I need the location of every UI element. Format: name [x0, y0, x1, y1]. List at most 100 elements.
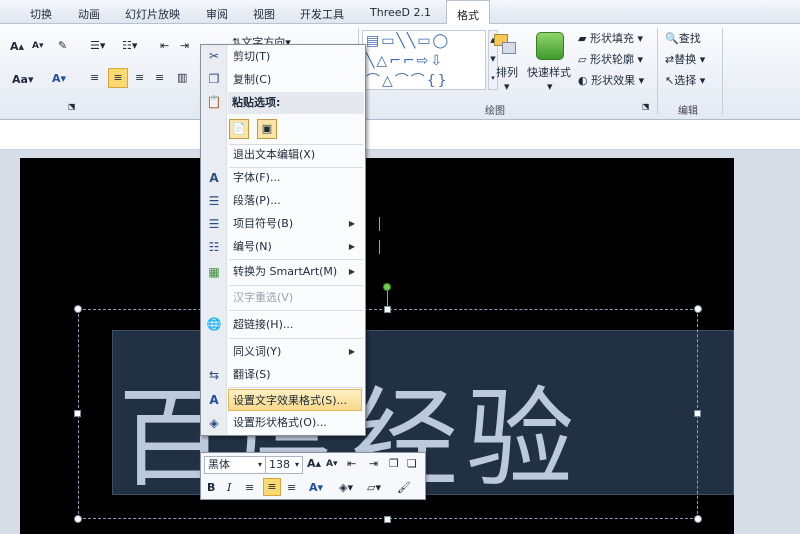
numbering-icon: ☷ — [208, 240, 220, 254]
columns-icon[interactable]: ▥ — [177, 71, 187, 84]
tab-animations[interactable]: 动画 — [78, 6, 100, 22]
decrease-indent-icon[interactable]: ⇤ — [160, 39, 169, 52]
align-left-icon[interactable]: ≡ — [90, 71, 99, 84]
menu-item-reconvert: 汉字重选(V) — [233, 291, 294, 304]
drawing-launcher-icon[interactable]: ⬔ — [642, 102, 650, 111]
hyperlink-icon: 🌐 — [206, 317, 222, 331]
mini-grow-button[interactable]: A▴ — [307, 457, 321, 470]
menu-item-cut[interactable]: 剪切(T) — [229, 46, 363, 68]
rotate-handle[interactable] — [383, 283, 391, 291]
copy-icon: ❐ — [208, 72, 220, 86]
resize-handle[interactable] — [74, 410, 81, 417]
menu-item-shape-format[interactable]: 设置形状格式(O)... — [229, 412, 363, 434]
change-case-button[interactable]: Aa▾ — [12, 73, 33, 86]
quick-styles-icon — [536, 32, 564, 60]
align-center-icon[interactable]: ≡ — [108, 68, 128, 88]
resize-handle[interactable] — [74, 515, 82, 523]
menu-item-smartart[interactable]: 转换为 SmartArt(M) ▶ — [229, 261, 363, 283]
mini-shrink-button[interactable]: A▾ — [326, 459, 338, 469]
resize-handle[interactable] — [384, 306, 391, 313]
group-label-editing: 编辑 — [678, 106, 698, 117]
numbering-button[interactable]: ☷▾ — [122, 39, 137, 52]
mini-align-right-icon[interactable]: ≡ — [287, 481, 296, 494]
font-grow-button[interactable]: A▴ — [10, 40, 24, 53]
align-right-icon[interactable]: ≡ — [135, 71, 144, 84]
shape-fill-button[interactable]: ▰ 形状填充 ▾ — [578, 30, 643, 46]
shape-format-icon: ◈ — [209, 416, 219, 430]
font-color-button[interactable]: A▾ — [52, 72, 66, 85]
mini-decrease-indent-icon[interactable]: ⇤ — [347, 457, 356, 470]
mini-align-left-icon[interactable]: ≡ — [245, 481, 254, 494]
shapes-gallery[interactable]: ▤▭╲╲▭◯ ╲△⌐⌐⇨⇩ ⌒△⌒⌒{} — [362, 30, 486, 90]
increase-indent-icon[interactable]: ⇥ — [180, 39, 189, 52]
arrange-button[interactable]: 排列 ▾ — [496, 64, 518, 93]
smartart-icon: ▦ — [208, 265, 220, 279]
menu-item-paragraph[interactable]: 段落(P)... — [229, 190, 363, 212]
resize-handle[interactable] — [694, 305, 702, 313]
menu-item-translate[interactable]: 翻译(S) — [229, 364, 363, 386]
ribbon-tab-bar: 切换 动画 幻灯片放映 审阅 视图 开发工具 ThreeD 2.1 格式 — [0, 0, 800, 25]
submenu-arrow-icon: ▶ — [348, 347, 355, 356]
resize-handle[interactable] — [74, 305, 82, 313]
mini-font-color-button[interactable]: A▾ — [309, 481, 323, 494]
scissors-icon: ✂ — [208, 49, 220, 63]
submenu-arrow-icon: ▶ — [348, 242, 355, 251]
bullets-button[interactable]: ☰▾ — [90, 39, 105, 52]
mini-fill-icon[interactable]: ◈▾ — [339, 481, 353, 494]
tab-review[interactable]: 审阅 — [206, 6, 228, 22]
menu-item-bullets[interactable]: 项目符号(B) ▶ — [229, 213, 380, 235]
mini-align-center-icon[interactable]: ≡ — [263, 478, 281, 496]
menu-item-synonyms[interactable]: 同义词(Y) ▶ — [229, 341, 363, 363]
mini-toolbar: 黑体 ▾ 138 ▾ A▴ A▾ ⇤ ⇥ ❐ ❏ B I ≡ ≡ ≡ A▾ ◈▾ ▱… — [200, 452, 426, 500]
menu-item-text-effects[interactable]: 设置文字效果格式(S)... — [228, 389, 362, 411]
tab-transitions[interactable]: 切换 — [30, 6, 52, 22]
mini-increase-indent-icon[interactable]: ⇥ — [369, 457, 378, 470]
resize-handle[interactable] — [384, 516, 391, 523]
menu-item-font[interactable]: 字体(F)... — [229, 167, 363, 189]
group-label-drawing: 绘图 — [485, 106, 505, 117]
resize-handle[interactable] — [694, 410, 701, 417]
mini-send-back-icon[interactable]: ❐ — [389, 457, 399, 470]
tab-developer[interactable]: 开发工具 — [300, 6, 344, 22]
submenu-arrow-icon: ▶ — [348, 267, 355, 276]
context-menu: ✂ 剪切(T) ❐ 复制(C) 📋 粘贴选项: 📄 ▣ 退出文本编辑(X) A … — [200, 44, 380, 436]
submenu-arrow-icon: ▶ — [348, 219, 355, 228]
menu-item-hyperlink[interactable]: 超链接(H)... — [229, 314, 363, 336]
mini-bold-button[interactable]: B — [207, 481, 215, 494]
replace-button[interactable]: ⇄替换 ▾ — [665, 51, 705, 67]
mini-font-select[interactable]: 黑体 ▾ — [204, 456, 266, 474]
mini-size-select[interactable]: 138 ▾ — [265, 456, 303, 474]
mini-italic-button[interactable]: I — [227, 481, 231, 494]
shape-outline-button[interactable]: ▱ 形状轮廓 ▾ — [578, 51, 643, 67]
mini-bring-front-icon[interactable]: ❏ — [407, 457, 417, 470]
menu-item-copy[interactable]: 复制(C) — [229, 69, 363, 91]
tab-format[interactable]: 格式 — [446, 0, 490, 25]
translate-icon: ⇆ — [208, 368, 220, 382]
justify-icon[interactable]: ≡ — [155, 71, 164, 84]
clear-format-icon[interactable]: ✎ — [58, 39, 67, 52]
paste-picture-icon[interactable]: ▣ — [257, 119, 277, 139]
font-shrink-button[interactable]: A▾ — [32, 41, 44, 51]
text-effect-icon: A — [209, 393, 219, 407]
quick-styles-button[interactable]: 快速样式 ▾ — [527, 64, 571, 93]
bullets-icon: ☰ — [208, 217, 220, 231]
menu-paste-options-label: 粘贴选项: — [228, 92, 364, 114]
mini-format-painter-icon[interactable]: 🖌 — [397, 481, 411, 494]
font-launcher-icon[interactable]: ⬔ — [68, 102, 76, 111]
find-button[interactable]: 🔍查找 — [665, 30, 701, 46]
mini-outline-icon[interactable]: ▱▾ — [367, 481, 381, 494]
tab-view[interactable]: 视图 — [253, 6, 275, 22]
tab-slideshow[interactable]: 幻灯片放映 — [125, 6, 180, 22]
ribbon: A▴ A▾ ✎ ☰▾ ☷▾ ⇤ ⇥ Aa▾ A▾ ≡ ≡ ≡ ≡ ▥ ⇅文字方向… — [0, 24, 800, 120]
font-icon: A — [209, 171, 219, 185]
paste-keep-format-icon[interactable]: 📄 — [229, 119, 249, 139]
shape-effects-button[interactable]: ◐ 形状效果 ▾ — [578, 72, 644, 88]
arrange-icon — [492, 32, 520, 60]
ruler-area — [0, 120, 800, 150]
select-button[interactable]: ↖选择 ▾ — [665, 72, 705, 88]
tab-threed[interactable]: ThreeD 2.1 — [370, 6, 431, 19]
paragraph-icon: ☰ — [208, 194, 220, 208]
resize-handle[interactable] — [694, 515, 702, 523]
menu-item-exit-edit[interactable]: 退出文本编辑(X) — [229, 144, 363, 166]
menu-item-numbering[interactable]: 编号(N) ▶ — [229, 236, 380, 258]
